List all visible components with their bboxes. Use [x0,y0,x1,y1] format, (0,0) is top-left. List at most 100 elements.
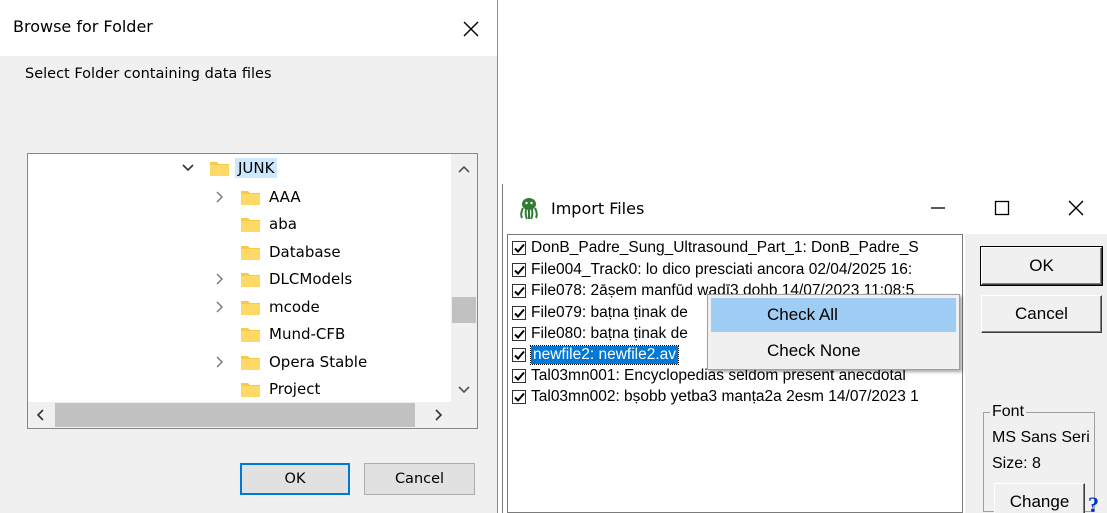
close-icon [463,21,479,37]
file-checklist[interactable]: DonB_Padre_Sung_Ultrasound_Part_1: DonB_… [507,234,963,513]
maximize-icon [994,200,1010,216]
tree-item-label: AAA [269,188,301,206]
tree-item-database[interactable]: Database [28,239,451,265]
horizontal-scroll-thumb[interactable] [55,403,415,427]
tree-item-label: JUNK [235,158,278,178]
import-button-panel: OK Cancel Font MS Sans Seri Size: 8 Chan… [965,234,1107,513]
tree-item-label: Mund-CFB [269,325,346,343]
tree-item-label: Database [269,243,341,261]
file-list-item[interactable]: File004_Track0: lo dico presciati ancora… [512,260,912,280]
tree-item-dlcmodels[interactable]: DLCModels [28,266,451,292]
scroll-up-button[interactable] [451,157,477,183]
file-list-item[interactable]: DonB_Padre_Sung_Ultrasound_Part_1: DonB_… [512,238,919,258]
tree-horizontal-scrollbar[interactable] [28,402,451,428]
font-size-label: Size: 8 [992,455,1041,472]
file-label: File080: baṭna ṭinak de [531,325,688,342]
folder-icon [241,383,260,397]
folder-icon [210,162,229,176]
file-label: File004_Track0: lo dico presciati ancora… [531,261,913,278]
chevron-right-icon[interactable] [212,190,226,204]
checkmark-icon [513,329,525,339]
checkbox-checked[interactable] [512,327,526,341]
chevron-up-icon [458,165,470,173]
file-list-item[interactable]: File080: baṭna ṭinak de [512,324,688,344]
chevron-right-icon[interactable] [212,355,226,369]
tree-item-label: Opera Stable [269,353,368,371]
browse-ok-button[interactable]: OK [240,463,350,495]
folder-icon [241,191,260,205]
help-icon[interactable]: ? [1088,492,1099,513]
checkbox-checked[interactable] [512,241,526,255]
file-label: newfile2: newfile2.av [529,345,680,365]
checkbox-checked[interactable] [512,306,526,320]
font-name-label: MS Sans Seri [992,429,1090,446]
font-group-legend: Font [990,403,1027,421]
menu-item-check-all[interactable]: Check All [711,298,956,332]
file-label: DonB_Padre_Sung_Ultrasound_Part_1: DonB_… [531,239,919,256]
checkbox-checked[interactable] [512,284,526,298]
browse-title-bar: Browse for Folder [0,0,497,56]
checkbox-checked[interactable] [512,263,526,277]
font-group-box: Font MS Sans Seri Size: 8 Change [983,403,1095,513]
change-font-button[interactable]: Change [994,483,1085,513]
chevron-down-icon [458,386,470,394]
chevron-right-icon [435,409,443,421]
browse-for-folder-dialog: Browse for Folder Select Folder containi… [0,0,498,513]
folder-icon [241,218,260,232]
scrollbar-corner [451,402,477,428]
import-ok-button[interactable]: OK [980,246,1103,286]
file-label: Tal03mn002: bṣobb yetba3 manṭa2a 2esm 14… [531,388,919,405]
browse-close-button[interactable] [452,10,490,48]
chevron-right-icon[interactable] [212,300,226,314]
file-list-item[interactable]: Tal03mn002: bṣobb yetba3 manṭa2a 2esm 14… [512,387,919,407]
scroll-down-button[interactable] [451,376,477,402]
minimize-icon [931,207,945,209]
tree-item-label: Project [269,380,321,398]
scroll-left-button[interactable] [28,402,54,428]
tree-item-junk[interactable]: JUNK [28,155,451,181]
minimize-button[interactable] [916,192,960,224]
checkmark-icon [513,286,525,296]
tree-item-mund-cfb[interactable]: Mund-CFB [28,321,451,347]
checkmark-icon [513,392,525,402]
import-close-button[interactable] [1054,192,1098,224]
checkmark-icon [513,243,525,253]
tree-item-opera-stable[interactable]: Opera Stable [28,349,451,375]
checkbox-checked[interactable] [512,390,526,404]
checkbox-checked[interactable] [512,369,526,383]
checkmark-icon [513,371,525,381]
folder-tree[interactable]: JUNK AAA aba Database DLCModels mcode Mu… [27,153,478,429]
menu-item-check-none[interactable]: Check None [711,334,956,368]
chevron-right-icon[interactable] [212,272,226,286]
import-dialog-title: Import Files [551,199,645,218]
tree-item-project[interactable]: Project [28,376,451,402]
checkmark-icon [513,308,525,318]
file-list-item[interactable]: File079: baṭna ṭinak de [512,303,688,323]
browse-cancel-button[interactable]: Cancel [364,463,475,495]
scroll-right-button[interactable] [425,402,451,428]
folder-icon [241,356,260,370]
tree-item-aaa[interactable]: AAA [28,184,451,210]
chevron-down-icon[interactable] [181,161,195,175]
import-cancel-button[interactable]: Cancel [981,295,1102,333]
maximize-button[interactable] [980,192,1024,224]
tree-item-aba[interactable]: aba [28,211,451,237]
chevron-left-icon [36,409,44,421]
close-icon [1068,200,1084,216]
checkbox-checked[interactable] [512,348,526,362]
checkmark-icon [513,350,525,360]
tree-item-mcode[interactable]: mcode [28,294,451,320]
folder-icon [241,328,260,342]
import-title-bar: Import Files [503,184,1107,233]
checkmark-icon [513,265,525,275]
browse-prompt: Select Folder containing data files [25,66,272,82]
folder-icon [241,246,260,260]
browse-dialog-title: Browse for Folder [13,17,153,36]
vertical-scroll-thumb[interactable] [452,297,476,323]
octopus-app-icon [520,198,538,220]
file-label: File079: baṭna ṭinak de [531,304,688,321]
file-list-item-selected[interactable]: newfile2: newfile2.av [512,345,680,365]
folder-icon [241,301,260,315]
tree-vertical-scrollbar[interactable] [451,154,477,402]
tree-item-label: mcode [269,298,320,316]
